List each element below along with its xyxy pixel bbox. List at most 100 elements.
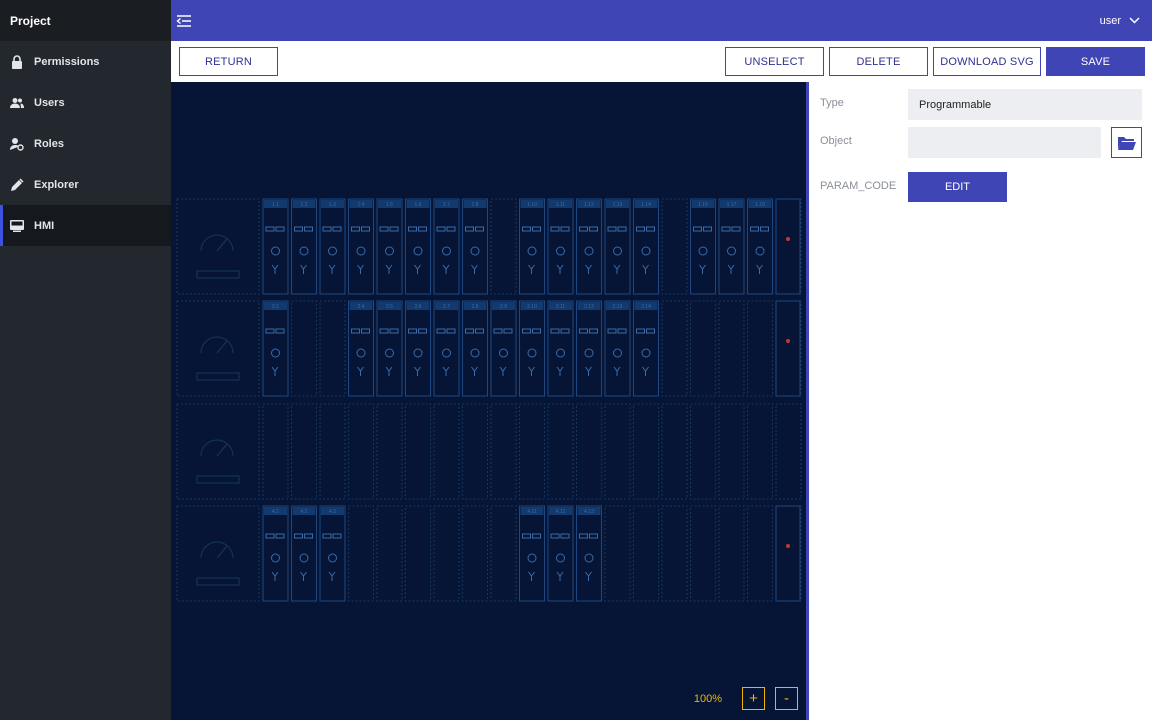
meter-gauge	[200, 336, 234, 354]
type-label: Type	[820, 97, 844, 109]
meter-needle	[216, 443, 228, 457]
sidebar-item-explorer[interactable]: Explorer	[0, 164, 171, 205]
cell-switch-icon	[414, 366, 421, 376]
zoom-controls: 100% + -	[694, 687, 798, 710]
unselect-button[interactable]: UNSELECT	[725, 47, 824, 76]
object-field[interactable]	[908, 127, 1101, 158]
cell-knob	[641, 246, 651, 256]
cell-switch-icon	[328, 264, 336, 274]
cell-slot	[547, 403, 574, 500]
menu-collapse-icon[interactable]	[176, 13, 192, 29]
cell-knob	[271, 553, 280, 563]
download-svg-button[interactable]: DOWNLOAD SVG	[933, 47, 1041, 76]
user-menu[interactable]: user	[1100, 0, 1140, 41]
cell-indicator	[275, 328, 285, 334]
folder-open-icon	[1117, 136, 1136, 150]
cell-indicator	[589, 533, 598, 539]
meter-panel	[176, 505, 260, 602]
cell-knob	[613, 246, 622, 256]
type-field[interactable]: Programmable	[908, 89, 1142, 120]
cell-slot	[690, 300, 716, 397]
end-panel	[775, 505, 801, 602]
end-panel	[775, 300, 801, 397]
meter-panel	[176, 198, 260, 295]
cell-label: 2.10	[527, 304, 537, 310]
cell-slot	[319, 300, 346, 397]
cell-switch-icon	[385, 264, 393, 274]
cell-indicator	[275, 533, 285, 539]
cell-slot	[348, 505, 374, 602]
cell-indicator	[560, 533, 570, 539]
object-label: Object	[820, 135, 852, 147]
cell-label: 2.9	[500, 304, 507, 310]
cell-slot	[376, 505, 403, 602]
cell-switch-icon	[756, 264, 763, 274]
cell-label: 1.1	[272, 202, 279, 208]
users-icon	[10, 96, 24, 110]
cell-indicator	[418, 226, 427, 232]
cell-label: 1.17	[727, 202, 737, 208]
cell-switch-icon	[357, 366, 364, 376]
cell-slot	[661, 403, 688, 500]
cell-label: 1.2	[301, 202, 308, 208]
cell-label: 2.11	[556, 304, 566, 310]
cell-indicator	[389, 328, 399, 334]
sidebar-item-users[interactable]: Users	[0, 82, 171, 123]
meter-gauge	[200, 234, 234, 252]
cell-slot	[690, 403, 716, 500]
cell-label: 1.11	[556, 202, 566, 208]
hmi-drawing[interactable]: 1.1 1.2 1.3 1.4 1.5 1.6 1.7 1.8 1.10 1.11 1.12 1.13…	[171, 82, 808, 720]
cell-label: 2.5	[386, 304, 393, 310]
sidebar: Project Permissions Users Roles Explorer	[0, 0, 171, 720]
cell-slot	[490, 505, 517, 602]
cell-indicator	[731, 226, 741, 232]
cell-slot	[718, 300, 745, 397]
cell-indicator	[379, 226, 389, 232]
cell-switch-icon	[300, 571, 307, 581]
cell-slot	[376, 403, 403, 500]
cell-indicator	[465, 328, 474, 334]
cell-indicator	[408, 328, 417, 334]
edit-button[interactable]: EDIT	[908, 172, 1007, 202]
cell-knob	[356, 246, 366, 256]
cell-switch-icon	[471, 264, 478, 274]
cell-indicator	[304, 533, 313, 539]
cell-slot	[633, 505, 659, 602]
return-button[interactable]: RETURN	[179, 47, 278, 76]
cell-label: 1.8	[472, 202, 479, 208]
meter-label-box	[196, 372, 240, 381]
cell-knob	[470, 246, 480, 256]
cell-switch-icon	[642, 366, 649, 376]
zoom-out-button[interactable]: -	[775, 687, 798, 710]
cell-indicator	[760, 226, 769, 232]
cell-indicator	[446, 328, 456, 334]
cell-slot	[633, 403, 659, 500]
chevron-down-icon	[1129, 17, 1140, 24]
hmi-canvas[interactable]: 1.1 1.2 1.3 1.4 1.5 1.6 1.7 1.8 1.10 1.11 1.12 1.13…	[171, 82, 808, 720]
cell-knob	[442, 348, 451, 358]
sidebar-item-permissions[interactable]: Permissions	[0, 41, 171, 82]
sidebar-item-hmi[interactable]: HMI	[0, 205, 171, 246]
cell-switch-icon	[471, 366, 478, 376]
save-button[interactable]: SAVE	[1046, 47, 1145, 76]
delete-button[interactable]: DELETE	[829, 47, 928, 76]
cell-indicator	[607, 226, 617, 232]
sidebar-item-roles[interactable]: Roles	[0, 123, 171, 164]
alarm-lamp	[786, 339, 790, 343]
cell-slot	[462, 403, 488, 500]
cell-indicator	[493, 328, 503, 334]
cell-knob	[328, 553, 337, 563]
cell-label: 1.5	[386, 202, 393, 208]
browse-object-button[interactable]	[1111, 127, 1142, 158]
cell-switch-icon	[271, 264, 279, 274]
zoom-in-button[interactable]: +	[742, 687, 765, 710]
cell-indicator	[560, 226, 570, 232]
sidebar-item-label: Permissions	[34, 55, 100, 68]
cell-switch-icon	[585, 366, 592, 376]
end-panel	[775, 198, 801, 295]
cell-slot	[604, 403, 631, 500]
cell-slot	[775, 198, 802, 295]
cell-slot	[775, 403, 802, 500]
cell-label: 4.13	[584, 509, 594, 515]
cell-indicator	[550, 226, 560, 232]
